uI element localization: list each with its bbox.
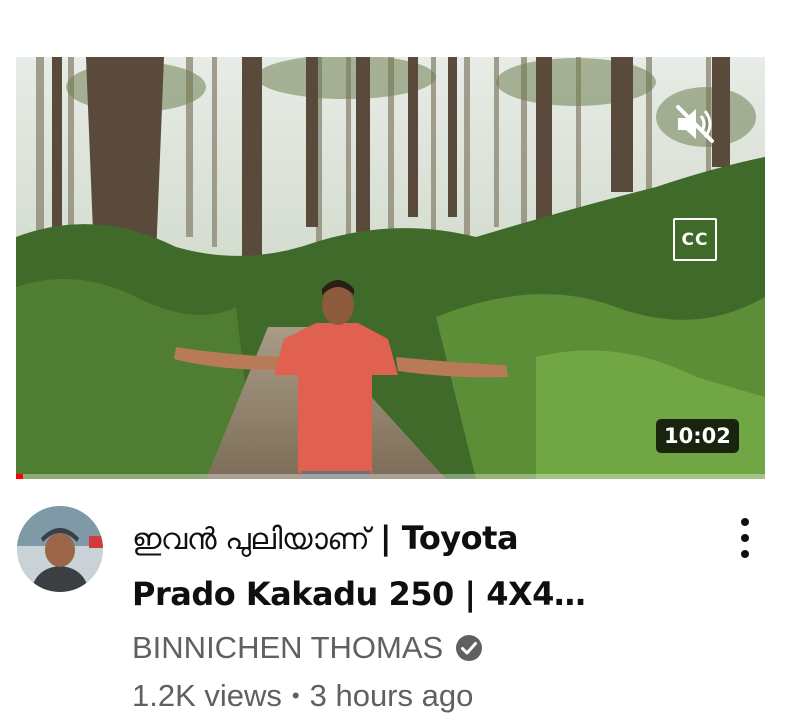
- video-thumbnail[interactable]: CC 10:02: [16, 57, 765, 479]
- progress-bar: [16, 474, 765, 479]
- view-count: 1.2K views: [132, 678, 282, 713]
- thumbnail-image: [16, 57, 765, 479]
- more-dot: [741, 518, 749, 526]
- title-line-1: ഇവൻ പുലിയാണ് | Toyota: [132, 511, 692, 567]
- title-line-2: Prado Kakadu 250 | 4X4…: [132, 575, 586, 613]
- mute-icon[interactable]: [672, 101, 718, 147]
- upload-age: 3 hours ago: [309, 678, 474, 713]
- more-vertical-icon[interactable]: [732, 514, 758, 562]
- avatar-image: [17, 506, 103, 592]
- title-malayalam: ഇവൻ പുലിയാണ്: [132, 522, 370, 557]
- captions-label: CC: [681, 229, 709, 250]
- video-metadata: 1.2K views • 3 hours ago: [132, 677, 473, 715]
- verified-check-icon: [456, 635, 483, 661]
- duration-badge: 10:02: [656, 419, 739, 453]
- progress-fill: [16, 474, 24, 479]
- video-title[interactable]: ഇവൻ പുലിയാണ് | Toyota Prado Kakadu 250 |…: [132, 511, 692, 621]
- channel-name-row[interactable]: BINNICHEN THOMAS: [132, 628, 483, 668]
- more-dot: [741, 534, 749, 542]
- title-line-1-rest: | Toyota: [369, 519, 519, 557]
- more-dot: [741, 550, 749, 558]
- channel-avatar[interactable]: [17, 506, 103, 592]
- channel-name: BINNICHEN THOMAS: [132, 630, 444, 665]
- closed-captions-icon[interactable]: CC: [673, 218, 717, 261]
- meta-separator: •: [291, 683, 300, 708]
